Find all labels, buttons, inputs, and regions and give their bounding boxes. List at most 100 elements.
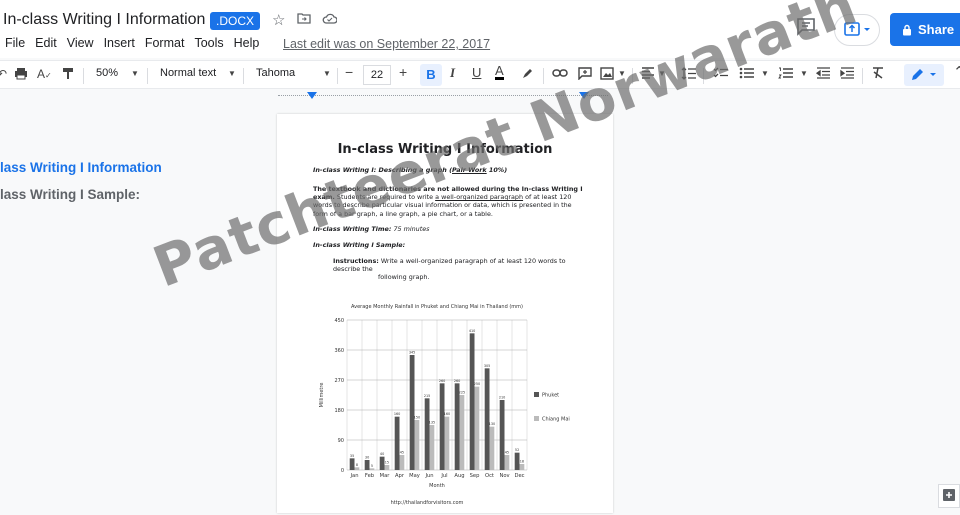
numbered-caret-icon[interactable]: ▼ — [800, 69, 808, 78]
x-tick-label: Jul — [440, 473, 447, 479]
italic-button[interactable]: I — [450, 65, 455, 81]
outline-item-sample[interactable]: lass Writing I Sample: — [0, 187, 162, 202]
decrease-font-icon[interactable]: − — [345, 64, 353, 80]
data-label: 260 — [454, 379, 460, 383]
highlight-icon[interactable] — [521, 67, 534, 83]
bar-chiang-mai — [429, 425, 435, 470]
increase-indent-icon[interactable] — [840, 67, 854, 82]
print-icon[interactable] — [14, 67, 28, 83]
x-tick-label: Sep — [470, 473, 480, 479]
data-label: 30 — [365, 456, 369, 460]
data-label: 45 — [505, 451, 509, 455]
style-caret-icon[interactable]: ▼ — [228, 69, 236, 78]
font-select[interactable]: Tahoma — [256, 67, 295, 79]
decrease-indent-icon[interactable] — [815, 67, 830, 82]
menu-file[interactable]: File — [0, 36, 30, 50]
toolbar-divider — [147, 68, 148, 84]
move-folder-icon[interactable] — [297, 11, 311, 28]
toolbar-divider — [543, 68, 544, 84]
x-tick-label: Nov — [499, 473, 509, 479]
data-label: 15 — [385, 461, 389, 465]
data-label: 5 — [371, 464, 373, 468]
clear-formatting-icon[interactable] — [871, 67, 885, 82]
x-tick-label: Feb — [365, 473, 375, 479]
data-label: 225 — [459, 391, 465, 395]
cloud-status-icon[interactable] — [322, 11, 338, 28]
x-tick-label: Jan — [350, 473, 359, 479]
collapse-toolbar-icon[interactable]: ⌃ — [953, 63, 960, 81]
document-title[interactable]: In-class Writing I Information — [3, 11, 205, 29]
x-tick-label: May — [409, 473, 420, 479]
instructions-label: Instructions: — [333, 257, 379, 265]
menu-insert[interactable]: Insert — [99, 36, 140, 50]
toolbar-divider — [83, 68, 84, 84]
data-label: 210 — [499, 396, 505, 400]
share-label: Share — [918, 22, 955, 37]
editing-mode-button[interactable] — [904, 64, 944, 86]
bar-phuket — [439, 383, 445, 470]
data-label: 160 — [444, 412, 450, 416]
menu-bar: File Edit View Insert Format Tools Help — [0, 36, 264, 50]
underline-button[interactable]: U — [472, 65, 481, 80]
data-label: 260 — [439, 379, 445, 383]
bar-phuket — [349, 458, 355, 470]
data-label: 305 — [484, 364, 490, 368]
share-button[interactable]: Share — [890, 13, 960, 46]
y-tick-label: 0 — [341, 468, 344, 474]
y-tick-label: 450 — [334, 318, 344, 324]
ruler — [0, 90, 960, 102]
outline-item-information[interactable]: lass Writing I Information — [0, 160, 162, 175]
legend-swatch — [534, 416, 539, 421]
spellcheck-icon[interactable]: A✓ — [37, 67, 52, 81]
menu-format[interactable]: Format — [140, 36, 190, 50]
bar-chiang-mai — [369, 468, 375, 470]
docx-badge: .DOCX — [210, 12, 261, 30]
style-select[interactable]: Normal text — [160, 67, 216, 79]
last-edit-link[interactable]: Last edit was on September 22, 2017 — [283, 37, 490, 51]
star-icon[interactable]: ☆ — [272, 11, 285, 29]
explore-button[interactable] — [938, 484, 960, 508]
bold-button[interactable]: B — [420, 64, 442, 86]
paint-format-icon[interactable] — [62, 67, 74, 83]
bar-phuket — [364, 460, 370, 470]
menu-help[interactable]: Help — [229, 36, 265, 50]
text-color-button[interactable]: A — [495, 64, 504, 80]
y-tick-label: 90 — [338, 438, 344, 444]
y-tick-label: 180 — [334, 408, 344, 414]
rainfall-chart[interactable]: Average Monthly Rainfall in Phuket and C… — [307, 300, 587, 510]
bar-chiang-mai — [474, 386, 480, 470]
legend-entry: Phuket — [542, 393, 559, 399]
toolbar-divider — [337, 68, 338, 84]
data-label: 35 — [350, 454, 354, 458]
y-tick-label: 360 — [334, 348, 344, 354]
data-label: 215 — [424, 394, 430, 398]
zoom-select[interactable]: 50% — [96, 67, 118, 79]
bar-chiang-mai — [459, 395, 465, 470]
bar-phuket — [409, 355, 415, 470]
increase-font-icon[interactable]: + — [399, 64, 407, 80]
menu-view[interactable]: View — [62, 36, 99, 50]
font-size-input[interactable]: 22 — [363, 65, 391, 85]
undo-icon[interactable]: ↶ — [0, 67, 7, 81]
document-outline: lass Writing I Information lass Writing … — [0, 160, 162, 202]
bar-phuket — [424, 398, 430, 470]
data-label: 130 — [489, 422, 495, 426]
bar-chiang-mai — [489, 426, 495, 470]
data-label: 18 — [520, 460, 524, 464]
font-caret-icon[interactable]: ▼ — [323, 69, 331, 78]
numbered-list-icon[interactable] — [778, 67, 793, 82]
menu-edit[interactable]: Edit — [30, 36, 62, 50]
bar-phuket — [469, 333, 475, 470]
bar-phuket — [394, 416, 400, 470]
chart-svg: Average Monthly Rainfall in Phuket and C… — [319, 304, 570, 506]
left-indent-marker[interactable] — [307, 92, 317, 99]
bar-chiang-mai — [414, 420, 420, 470]
menu-tools[interactable]: Tools — [189, 36, 228, 50]
zoom-caret-icon[interactable]: ▼ — [131, 69, 139, 78]
bar-chiang-mai — [519, 464, 525, 470]
bar-chiang-mai — [354, 467, 360, 470]
data-label: 45 — [400, 451, 404, 455]
bar-chiang-mai — [504, 455, 510, 470]
bar-chiang-mai — [384, 465, 390, 470]
data-label: 160 — [394, 412, 400, 416]
